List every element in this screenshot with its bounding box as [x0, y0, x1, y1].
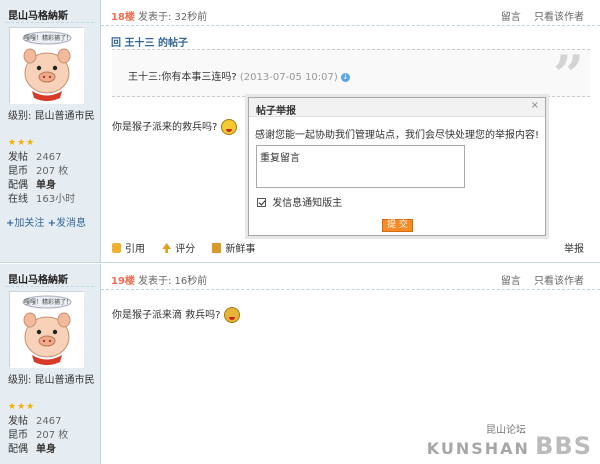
- quote-title[interactable]: 回 王十三 的帖子: [111, 34, 188, 49]
- stat-spouse: 配偶 单身: [8, 444, 56, 455]
- report-link[interactable]: 举报: [564, 240, 584, 255]
- news-icon: [212, 243, 222, 253]
- post-header: 18楼 发表于: 32秒前 留言 只看该作者: [101, 0, 600, 26]
- leave-message-link[interactable]: 留言: [501, 276, 521, 287]
- only-author-link[interactable]: 只看该作者: [534, 276, 584, 287]
- notify-moderator-label[interactable]: 发信息通知版主: [272, 198, 342, 209]
- avatar-speech: 嘎嘎！精彩捕了！: [24, 299, 73, 306]
- plus-icon: +: [47, 218, 56, 229]
- rank-stars-icon: ★★★: [8, 402, 36, 412]
- floor-number: 19楼: [111, 276, 135, 287]
- user-sidebar: 昆山马格納斯 嘎嘎！精彩捕了！ 级别: 昆山普通市民 ★★★ 发帖 2467 昆…: [0, 0, 101, 262]
- forum-page: 昆山马格納斯 嘎嘎！精彩捕了！ 级别: 昆山普通市民 ★★★ 发帖 2467 昆…: [0, 0, 600, 464]
- quote-block: 王十三:你有本事三连吗? (2013-07-05 10:07) ↓ ”: [112, 48, 590, 102]
- submit-button[interactable]: 提 交: [382, 219, 413, 232]
- user-sidebar: 昆山马格納斯 嘎嘎！精彩捕了！ 级别: 昆山普通市民 ★★★ 发帖 2467 昆…: [0, 264, 101, 464]
- report-reason-textarea[interactable]: 重复留言: [256, 145, 465, 188]
- avatar[interactable]: 嘎嘎！精彩捕了！: [9, 291, 84, 368]
- username-link[interactable]: 昆山马格納斯: [8, 271, 68, 286]
- watermark-bbs: BBS: [535, 432, 592, 460]
- quote-icon: [112, 243, 121, 253]
- header-links: 留言 只看该作者: [491, 272, 584, 287]
- close-icon[interactable]: ×: [531, 100, 539, 111]
- message-link[interactable]: 发消息: [56, 218, 86, 229]
- post-time: 发表于: 16秒前: [138, 276, 208, 287]
- stat-online: 在线 163小时: [8, 194, 76, 205]
- stat-spouse: 配偶 单身: [8, 180, 56, 191]
- share-news-button[interactable]: 新鲜事: [212, 240, 255, 255]
- only-author-link[interactable]: 只看该作者: [534, 12, 584, 23]
- dialog-description: 感谢您能一起协助我们管理站点，我们会尽快处理您的举报内容!: [255, 130, 540, 141]
- post-time: 发表于: 32秒前: [138, 12, 208, 23]
- username-link[interactable]: 昆山马格納斯: [8, 7, 68, 22]
- stat-coins: 昆币 207 枚: [8, 166, 69, 177]
- rate-button[interactable]: 评分: [162, 240, 195, 255]
- stat-posts: 发帖 2467: [8, 152, 62, 163]
- post-message: 你是猴子派来滴 救兵吗?: [112, 306, 240, 323]
- avatar-speech: 嘎嘎！精彩捕了！: [24, 35, 73, 42]
- dialog-title: 帖子举报: [256, 106, 296, 117]
- user-stats: 发帖 2467 昆币 207 枚 配偶 单身: [8, 415, 68, 457]
- post-header: 19楼 发表于: 16秒前 留言 只看该作者: [101, 264, 600, 290]
- jump-to-post-icon[interactable]: ↓: [340, 72, 350, 82]
- laughing-emoji-icon: [223, 307, 240, 323]
- user-level: 级别: 昆山普通市民: [8, 375, 95, 386]
- watermark-latin: KUNSHAN: [426, 439, 530, 458]
- rank-stars-icon: ★★★: [8, 138, 36, 148]
- quote-mark-icon: ”: [552, 43, 584, 107]
- follow-link[interactable]: 加关注: [14, 218, 44, 229]
- dialog-titlebar: 帖子举报 ×: [249, 98, 545, 117]
- quote-text: 王十三:你有本事三连吗? (2013-07-05 10:07) ↓: [128, 72, 350, 83]
- header-links: 留言 只看该作者: [491, 8, 584, 23]
- avatar[interactable]: 嘎嘎！精彩捕了！: [9, 27, 84, 104]
- watermark-chinese: 昆山论坛: [486, 425, 526, 436]
- divider: [6, 286, 94, 287]
- stat-coins: 昆币 207 枚: [8, 430, 69, 441]
- user-level: 级别: 昆山普通市民: [8, 111, 95, 122]
- user-actions: +加关注 +发消息: [6, 214, 86, 229]
- quote-time: (2013-07-05 10:07): [239, 72, 338, 83]
- rate-icon: [162, 243, 172, 253]
- report-dialog: 帖子举报 × 感谢您能一起协助我们管理站点，我们会尽快处理您的举报内容! 重复留…: [248, 97, 546, 236]
- notify-moderator-row: 发信息通知版主: [257, 194, 342, 209]
- smiley-emoji-icon: [220, 119, 237, 135]
- floor-number: 18楼: [111, 12, 135, 23]
- user-stats: 发帖 2467 昆币 207 枚 配偶 单身 在线 163小时: [8, 151, 75, 207]
- stat-posts: 发帖 2467: [8, 416, 62, 427]
- divider: [6, 22, 94, 23]
- post-actions: 引用 评分 新鲜事: [112, 240, 600, 255]
- leave-message-link[interactable]: 留言: [501, 12, 521, 23]
- post-message: 你是猴子派来的救兵吗?: [112, 118, 237, 135]
- notify-moderator-checkbox[interactable]: [257, 198, 266, 207]
- site-watermark: 昆山论坛 KUNSHAN BBS: [426, 425, 592, 460]
- quote-button[interactable]: 引用: [112, 240, 145, 255]
